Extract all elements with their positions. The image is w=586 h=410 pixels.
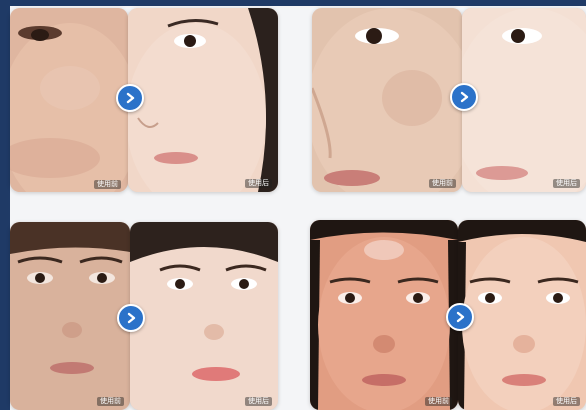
arrow-icon-2 bbox=[450, 83, 478, 111]
before-photo-4: 使用前 bbox=[310, 220, 458, 410]
before-label-1: 使用前 bbox=[94, 180, 121, 189]
after-label-3: 使用后 bbox=[245, 397, 272, 406]
arrow-icon-1 bbox=[116, 84, 144, 112]
face-before-1 bbox=[10, 8, 128, 192]
before-label-2: 使用前 bbox=[429, 179, 456, 188]
before-photo-3: 使用前 bbox=[10, 222, 130, 410]
before-photo-1 bbox=[10, 8, 128, 192]
before-photo-2: 使用前 bbox=[312, 8, 462, 192]
after-photo-4: 使用后 bbox=[458, 220, 586, 410]
frame-border-top bbox=[0, 0, 586, 6]
chevron-right-icon bbox=[127, 312, 136, 324]
face-after-2 bbox=[462, 8, 586, 192]
chevron-right-icon bbox=[456, 311, 465, 323]
after-label-1: 使用后 bbox=[245, 179, 272, 188]
face-after-1 bbox=[128, 8, 278, 192]
face-before-3 bbox=[10, 222, 130, 410]
chevron-right-icon bbox=[126, 92, 135, 104]
arrow-icon-3 bbox=[117, 304, 145, 332]
frame-border-left bbox=[0, 0, 10, 410]
face-after-4 bbox=[458, 220, 586, 410]
arrow-icon-4 bbox=[446, 303, 474, 331]
before-label-4: 使用前 bbox=[425, 397, 452, 406]
comparison-canvas: 使用后 使用前 使用前 使用后 使用前 使用后 使用前 使用后 bbox=[0, 0, 586, 410]
before-label-3: 使用前 bbox=[97, 397, 124, 406]
after-label-2: 使用后 bbox=[553, 179, 580, 188]
after-photo-1: 使用后 bbox=[128, 8, 278, 192]
after-photo-2: 使用后 bbox=[462, 8, 586, 192]
face-before-4 bbox=[310, 220, 458, 410]
face-before-2 bbox=[312, 8, 462, 192]
face-after-3 bbox=[130, 222, 278, 410]
chevron-right-icon bbox=[460, 91, 469, 103]
after-label-4: 使用后 bbox=[553, 397, 580, 406]
after-photo-3: 使用后 bbox=[130, 222, 278, 410]
